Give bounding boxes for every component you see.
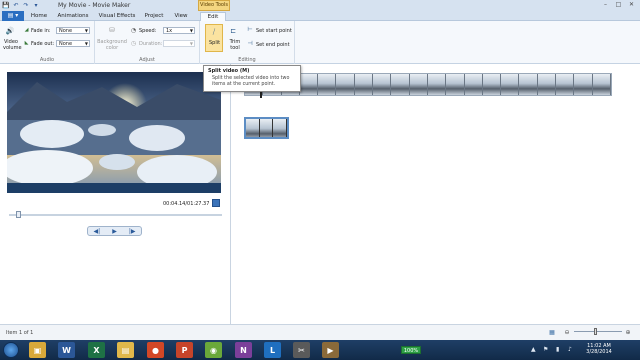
thumbnail-size-icon[interactable]: ▦ xyxy=(548,328,556,336)
tray-up-arrow-icon[interactable]: ▲ xyxy=(531,346,536,353)
duration-icon: ◷ xyxy=(130,40,137,47)
split-icon: ⧸ xyxy=(212,27,216,36)
fade-in-label: Fade in: xyxy=(31,28,51,34)
set-end-icon: ⊣ xyxy=(247,40,253,47)
transport-controls: ◀| ▶ |▶ xyxy=(87,226,142,236)
excel-icon[interactable]: X xyxy=(88,342,105,358)
window-title: My Movie - Movie Maker xyxy=(58,2,131,9)
adjust-group: ⛁ Background color ◔ Speed: 1x ▼ ◷ Durati… xyxy=(95,21,200,64)
duration-label: Duration: xyxy=(139,41,163,47)
window-controls: – □ ✕ xyxy=(601,1,636,9)
chrome-icon[interactable]: ● xyxy=(147,342,164,358)
play-button[interactable]: ▶ xyxy=(106,227,124,235)
moviemaker-icon[interactable]: ▶ xyxy=(322,342,339,358)
preview-image xyxy=(7,72,221,193)
save-icon[interactable]: 💾 xyxy=(2,1,10,9)
quick-access-toolbar: 💾 ↶ ↷ ▾ xyxy=(2,1,40,9)
trim-tool-button[interactable]: Trim tool xyxy=(229,39,241,51)
system-clock[interactable]: 11:02 AM 3/28/2014 xyxy=(582,343,616,355)
status-text: Item 1 of 1 xyxy=(6,330,34,336)
maximize-button[interactable]: □ xyxy=(614,1,623,9)
speed-icon: ◔ xyxy=(130,27,137,34)
status-bar: Item 1 of 1 ▦ ⊖ ⊕ xyxy=(0,324,640,340)
ribbon: 🔊 Video volume ◢ Fade in: None ▼ ◣ Fade o… xyxy=(0,21,640,64)
playback-timecode: 00:04.14/01:27.37 xyxy=(163,201,210,207)
context-tab-group: Video Tools xyxy=(198,0,230,11)
set-start-icon: ⊢ xyxy=(247,26,253,33)
tab-edit[interactable]: Edit xyxy=(200,12,226,21)
adjust-group-label: Adjust xyxy=(139,57,155,63)
title-bar: 💾 ↶ ↷ ▾ My Movie - Movie Maker Video Too… xyxy=(0,0,640,11)
background-color-label: Background color xyxy=(97,39,127,51)
video-volume-label[interactable]: Video volume xyxy=(3,39,22,51)
ribbon-tabs: ▤ ▾ Home Animations Visual Effects Proje… xyxy=(0,11,640,21)
start-button[interactable] xyxy=(3,342,19,358)
tab-view[interactable]: View xyxy=(172,12,190,21)
tooltip-body: Split the selected video into two items … xyxy=(212,76,290,87)
tab-project[interactable]: Project xyxy=(143,12,165,21)
speed-label: Speed: xyxy=(139,28,157,34)
folder-icon[interactable]: ▣ xyxy=(29,342,46,358)
explorer-icon[interactable]: ▤ xyxy=(117,342,134,358)
fade-in-dropdown[interactable]: None ▼ xyxy=(56,27,90,34)
customize-qat-icon[interactable]: ▾ xyxy=(32,1,40,9)
fade-in-icon: ◢ xyxy=(24,27,29,33)
speaker-icon[interactable]: 🔊 xyxy=(4,25,16,37)
fade-out-label: Fade out: xyxy=(31,41,55,47)
split-tooltip: Split video (M) Split the selected video… xyxy=(203,65,301,92)
network-icon[interactable]: ▮ xyxy=(556,346,559,353)
duration-dropdown: ▼ xyxy=(163,40,195,47)
fullscreen-button[interactable] xyxy=(212,199,220,207)
set-end-point-button[interactable]: Set end point xyxy=(256,42,290,48)
zoom-slider[interactable] xyxy=(574,331,622,332)
snipping-icon[interactable]: ✂ xyxy=(293,342,310,358)
media-icon[interactable]: ◉ xyxy=(205,342,222,358)
volume-icon[interactable]: ♪ xyxy=(568,346,572,353)
seek-bar[interactable] xyxy=(9,214,222,216)
pane-divider[interactable] xyxy=(230,64,231,324)
flag-icon[interactable]: ⚑ xyxy=(543,346,548,353)
fade-out-icon: ◣ xyxy=(24,40,29,46)
minimize-button[interactable]: – xyxy=(601,1,610,9)
storyboard-thumbnail[interactable] xyxy=(244,117,289,139)
next-frame-button[interactable]: |▶ xyxy=(123,227,141,235)
zoom-slider-thumb[interactable] xyxy=(594,328,597,335)
powerpoint-icon[interactable]: P xyxy=(176,342,193,358)
audio-group: 🔊 Video volume ◢ Fade in: None ▼ ◣ Fade o… xyxy=(0,21,95,64)
onenote-icon[interactable]: N xyxy=(235,342,252,358)
editing-group-label: Editing xyxy=(238,57,256,63)
split-label: Split xyxy=(209,40,221,46)
zoom-in-icon[interactable]: ⊕ xyxy=(624,328,632,336)
previous-frame-button[interactable]: ◀| xyxy=(88,227,106,235)
word-icon[interactable]: W xyxy=(58,342,75,358)
paint-bucket-icon: ⛁ xyxy=(109,26,115,34)
tab-home[interactable]: Home xyxy=(29,12,49,21)
zoom-out-icon[interactable]: ⊖ xyxy=(563,328,571,336)
lync-icon[interactable]: L xyxy=(264,342,281,358)
file-menu-button[interactable]: ▤ ▾ xyxy=(2,11,24,21)
fade-out-dropdown[interactable]: None ▼ xyxy=(56,40,90,47)
close-button[interactable]: ✕ xyxy=(627,1,636,9)
trim-icon: ⊏ xyxy=(230,27,236,35)
redo-icon[interactable]: ↷ xyxy=(22,1,30,9)
set-start-point-button[interactable]: Set start point xyxy=(256,28,292,34)
video-preview[interactable] xyxy=(7,72,221,193)
seek-thumb[interactable] xyxy=(16,211,21,218)
tab-animations[interactable]: Animations xyxy=(56,12,90,21)
split-button[interactable]: ⧸ Split xyxy=(205,24,223,52)
clock-date: 3/28/2014 xyxy=(586,349,612,355)
tooltip-title: Split video (M) xyxy=(208,68,250,74)
undo-icon[interactable]: ↶ xyxy=(12,1,20,9)
audio-group-label: Audio xyxy=(39,57,55,63)
speed-dropdown[interactable]: 1x ▼ xyxy=(163,27,195,34)
tab-visual-effects[interactable]: Visual Effects xyxy=(97,12,137,21)
battery-indicator[interactable]: 100% xyxy=(401,346,421,354)
